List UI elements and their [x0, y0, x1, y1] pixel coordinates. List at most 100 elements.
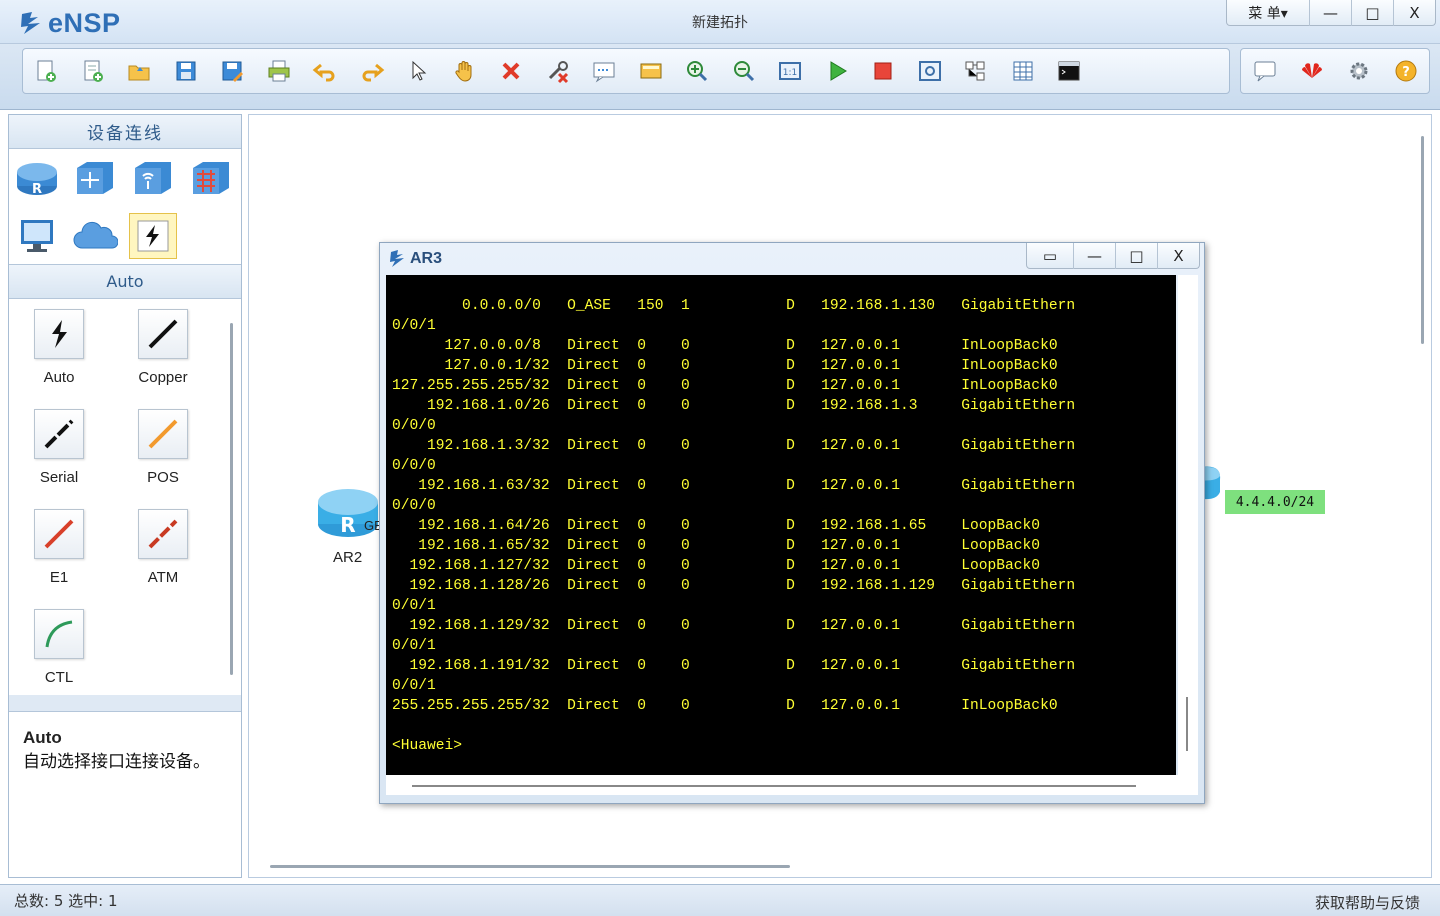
pos-cable-icon [138, 409, 188, 459]
terminal-line: 192.168.1.191/32 Direct 0 0 D 127.0.0.1 … [392, 658, 1076, 674]
console-icon[interactable] [1052, 54, 1086, 88]
serial-cable-icon [34, 409, 84, 459]
canvas-vertical-scrollbar[interactable] [1421, 136, 1424, 344]
maximize-button[interactable]: □ [1351, 0, 1393, 26]
svg-text:1:1: 1:1 [783, 68, 797, 78]
cable-copper[interactable]: Copper [113, 309, 213, 386]
pc-category-icon[interactable] [13, 213, 61, 259]
auto-link-category-icon[interactable] [129, 213, 177, 259]
terminal-minimize-button[interactable]: — [1073, 243, 1115, 269]
cable-serial[interactable]: Serial [9, 409, 109, 486]
terminal-line: 192.168.1.63/32 Direct 0 0 D 127.0.0.1 G… [392, 478, 1076, 494]
menu-button[interactable]: 菜 单▾ [1227, 0, 1309, 26]
description-text: 自动选择接口连接设备。 [23, 752, 210, 772]
close-button[interactable]: X [1393, 0, 1435, 26]
ctl-cable-icon [34, 609, 84, 659]
text-note-icon[interactable] [587, 54, 621, 88]
cable-label: CTL [44, 669, 74, 686]
topology-icon[interactable] [959, 54, 993, 88]
ensp-logo-icon [390, 250, 404, 267]
open-icon[interactable] [122, 54, 156, 88]
window-title: 新建拓扑 [692, 15, 748, 31]
cable-atm[interactable]: ATM [113, 509, 213, 586]
minimize-button[interactable]: — [1309, 0, 1351, 26]
terminal-line: 255.255.255.255/32 Direct 0 0 D 127.0.0.… [392, 698, 1058, 714]
terminal-output: 0.0.0.0/0 O_ASE 150 1 D 192.168.1.130 Gi… [386, 275, 1176, 756]
new-exam-icon[interactable] [76, 54, 110, 88]
pan-hand-icon[interactable] [448, 54, 482, 88]
cloud-category-icon[interactable] [71, 213, 119, 259]
delete-link-icon[interactable] [541, 54, 575, 88]
title-bar: eNSP 新建拓扑 菜 单▾ — □ X [0, 0, 1440, 44]
canvas-horizontal-scrollbar[interactable] [270, 865, 790, 868]
cable-list-scrollbar[interactable] [230, 323, 233, 675]
palette-icon[interactable] [634, 54, 668, 88]
undo-icon[interactable] [308, 54, 342, 88]
terminal-line: 0/0/1 [392, 678, 436, 694]
cable-label: Copper [138, 369, 188, 386]
cable-e1[interactable]: E1 [9, 509, 109, 586]
router-category-icon[interactable]: R [13, 155, 61, 201]
terminal-line: 192.168.1.127/32 Direct 0 0 D 127.0.0.1 … [392, 558, 1041, 574]
cable-label: POS [147, 469, 179, 486]
cable-ctl[interactable]: CTL [9, 609, 109, 686]
terminal-line: 192.168.1.64/26 Direct 0 0 D 192.168.1.6… [392, 518, 1041, 534]
copper-cable-icon [138, 309, 188, 359]
capture-icon[interactable] [913, 54, 947, 88]
ar3-terminal-window: AR3 ▭ — □ X 0.0.0.0/0 O_ASE 150 1 D 192.… [379, 242, 1205, 804]
cable-label: ATM [147, 569, 179, 586]
network-label[interactable]: 4.4.4.0/24 [1225, 490, 1325, 514]
save-icon[interactable] [169, 54, 203, 88]
zoom-in-icon[interactable] [680, 54, 714, 88]
terminal-restore-button[interactable]: ▭ [1027, 243, 1073, 269]
zoom-out-icon[interactable] [727, 54, 761, 88]
stop-device-icon[interactable] [866, 54, 900, 88]
delete-icon[interactable] [494, 54, 528, 88]
cable-panel-header: Auto [9, 265, 241, 299]
help-feedback-link[interactable]: 获取帮助与反馈 [1315, 892, 1420, 913]
print-icon[interactable] [262, 54, 296, 88]
device-panel: 设备连线 R Auto Auto Copper Serial POS E1 AT… [8, 114, 242, 878]
terminal-vertical-scrollbar[interactable] [1186, 697, 1188, 751]
atm-cable-icon [138, 509, 188, 559]
save-as-icon[interactable] [215, 54, 249, 88]
toolbar-right: ? [1240, 48, 1430, 94]
terminal-close-button[interactable]: X [1157, 243, 1199, 269]
firewall-category-icon[interactable] [187, 155, 235, 201]
grid-icon[interactable] [1006, 54, 1040, 88]
fit-view-icon[interactable]: 1:1 [773, 54, 807, 88]
redo-icon[interactable] [355, 54, 389, 88]
terminal-title: AR3 [388, 249, 442, 269]
switch-category-icon[interactable] [71, 155, 119, 201]
terminal-line: 0/0/1 [392, 318, 436, 334]
window-controls: 菜 单▾ — □ X [1226, 0, 1436, 26]
terminal-line: 0/0/0 [392, 498, 436, 514]
chat-icon[interactable] [1248, 54, 1282, 88]
cable-label: Serial [39, 469, 79, 486]
terminal-vertical-track [1178, 275, 1198, 795]
auto-cable-icon [34, 309, 84, 359]
terminal-horizontal-scrollbar[interactable] [412, 785, 1136, 787]
wireless-category-icon[interactable] [129, 155, 177, 201]
settings-gear-icon[interactable] [1342, 54, 1376, 88]
router-ar2-label: AR2 [333, 549, 363, 566]
main-toolbar: 1:1 [22, 48, 1230, 94]
device-panel-header: 设备连线 [9, 115, 241, 149]
router-ar2-icon[interactable]: R [316, 484, 380, 544]
e1-cable-icon [34, 509, 84, 559]
cable-auto[interactable]: Auto [9, 309, 109, 386]
help-icon[interactable]: ? [1389, 54, 1423, 88]
toolbar-area: 1:1 ? [0, 44, 1440, 110]
terminal-title-text: AR3 [410, 250, 443, 267]
start-device-icon[interactable] [820, 54, 854, 88]
huawei-icon[interactable] [1295, 54, 1329, 88]
terminal-line: 192.168.1.128/26 Direct 0 0 D 192.168.1.… [392, 578, 1076, 594]
terminal-line: 192.168.1.129/32 Direct 0 0 D 127.0.0.1 … [392, 618, 1076, 634]
new-topology-icon[interactable] [29, 54, 63, 88]
select-pointer-icon[interactable] [401, 54, 435, 88]
cable-pos[interactable]: POS [113, 409, 213, 486]
terminal-maximize-button[interactable]: □ [1115, 243, 1157, 269]
terminal-screen[interactable]: 0.0.0.0/0 O_ASE 150 1 D 192.168.1.130 Gi… [386, 275, 1176, 775]
description-box: Auto 自动选择接口连接设备。 [9, 711, 241, 877]
